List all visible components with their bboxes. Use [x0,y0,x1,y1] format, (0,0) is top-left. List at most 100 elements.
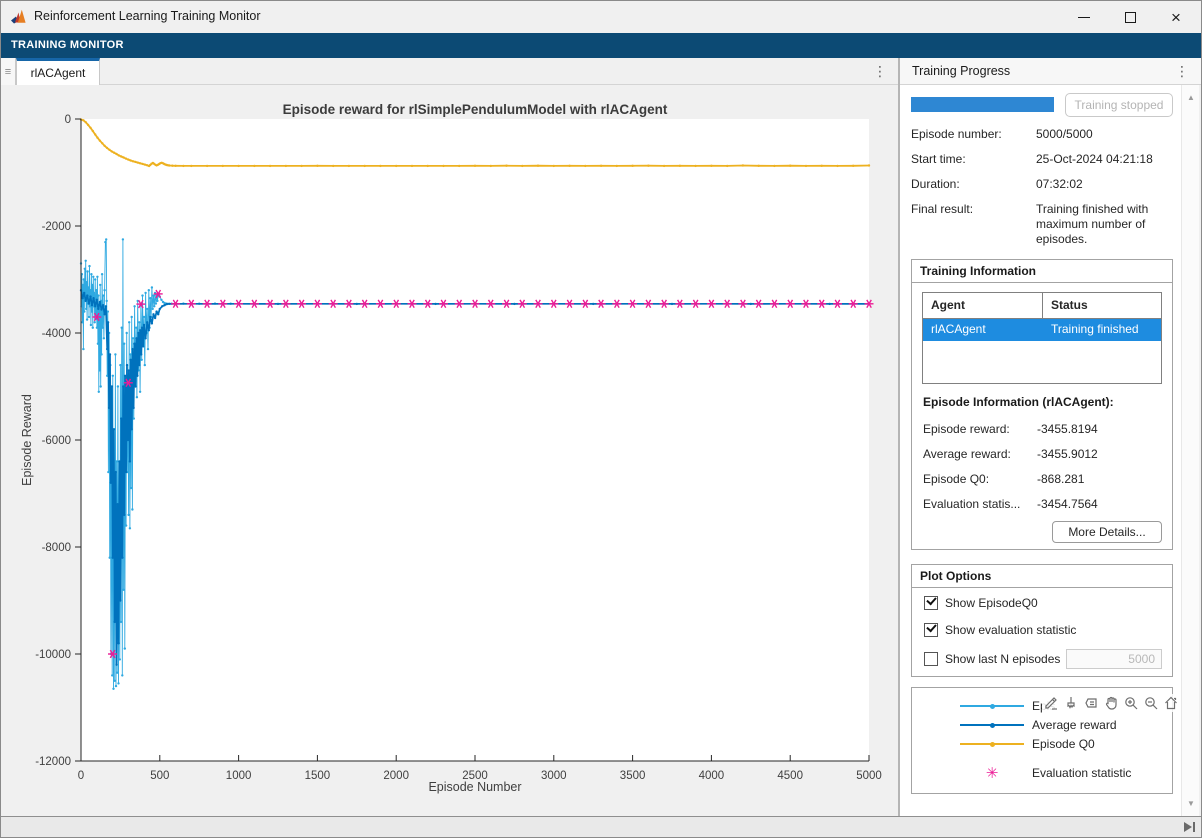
table-row[interactable]: rlACAgent Training finished [923,319,1161,341]
skip-to-end-icon[interactable] [1184,822,1195,832]
legend-asterisk-marker: ✳ [960,764,1024,782]
status-column-header[interactable]: Status [1043,293,1161,318]
hamburger-icon: ≡ [5,66,11,78]
legend-line-sample [960,705,1024,707]
start-time-row: Start time: 25-Oct-2024 04:21:18 [911,152,1173,167]
x-tick-label: 5000 [856,770,882,782]
show-evaluation-statistic-checkbox[interactable] [924,623,938,637]
stat-value: -3455.9012 [1037,447,1163,461]
panel-menu-button[interactable]: ⋮ [1175,64,1189,78]
legend-panel: Epis Average reward Episode Q0 ✳ Evaluat… [911,687,1173,794]
agent-cell: rlACAgent [923,319,1043,341]
legend-marker-dot [990,723,995,728]
scroll-up-icon[interactable]: ▲ [1182,93,1200,102]
close-button[interactable]: × [1153,1,1199,33]
tab-bar-menu-button[interactable]: ⋮ [873,64,887,78]
home-icon[interactable] [1162,694,1180,712]
training-information-title: Training Information [912,260,1172,283]
x-tick-label: 500 [150,770,169,782]
zoom-out-icon[interactable] [1142,694,1160,712]
tab-rlacagent[interactable]: rlACAgent [16,58,100,85]
legend-entry-evaluation-statistic[interactable]: ✳ Evaluation statistic [960,764,1131,782]
show-evaluation-statistic-option[interactable]: Show evaluation statistic [924,623,1076,637]
zoom-in-icon[interactable] [1122,694,1140,712]
plot-area[interactable] [81,119,869,761]
legend-marker-dot [990,742,995,747]
field-label: Episode number: [911,127,1036,142]
x-axis-label: Episode Number [428,780,521,794]
status-cell: Training finished [1043,319,1161,341]
tab-label: rlACAgent [31,66,86,80]
export-icon[interactable] [1042,694,1060,712]
episode-q0-stat-row: Episode Q0: -868.281 [923,472,1163,486]
stat-label: Evaluation statis... [923,497,1037,511]
y-tick-label: -8000 [42,542,71,554]
field-value: 07:32:02 [1036,177,1173,192]
app-window: Reinforcement Learning Training Monitor … [0,0,1202,838]
training-progress-bar [911,97,1054,112]
figure-area: Episode reward for rlSimplePendulumModel… [1,85,898,816]
show-last-n-episodes-checkbox[interactable] [924,652,938,666]
legend-marker-dot [990,704,995,709]
y-tick-label: -2000 [42,221,71,233]
x-tick-label: 4500 [777,770,803,782]
title-bar: Reinforcement Learning Training Monitor … [1,1,1201,33]
bottom-scroll-strip[interactable] [1,816,1202,838]
minimize-icon [1078,17,1090,18]
y-tick-label: 0 [65,114,71,126]
field-value: 25-Oct-2024 04:21:18 [1036,152,1173,167]
episode-information-title: Episode Information (rlACAgent): [923,395,1114,409]
y-tick-label: -12000 [35,756,71,768]
training-information-group: Training Information Agent Status rlACAg… [911,259,1173,550]
y-tick-label: -4000 [42,328,71,340]
legend-line-sample [960,743,1024,745]
pan-icon[interactable] [1102,694,1120,712]
datatips-icon[interactable] [1082,694,1100,712]
window-title: Reinforcement Learning Training Monitor [34,9,261,23]
more-details-label: More Details... [1068,525,1145,539]
stat-value: -3454.7564 [1037,497,1163,511]
chart-title: Episode reward for rlSimplePendulumModel… [283,102,668,117]
scroll-down-icon[interactable]: ▼ [1182,799,1200,808]
progress-fill [911,97,1054,112]
y-tick-label: -6000 [42,435,71,447]
x-tick-label: 4000 [699,770,725,782]
average-reward-stat-row: Average reward: -3455.9012 [923,447,1163,461]
table-header-row: Agent Status [923,293,1161,319]
legend-label: Evaluation statistic [1032,766,1131,780]
panel-title: Training Progress [912,64,1010,78]
field-value: 5000/5000 [1036,127,1173,142]
episode-number-row: Episode number: 5000/5000 [911,127,1173,142]
training-stopped-button: Training stopped [1065,93,1173,117]
evaluation-statistic-stat-row: Evaluation statis... -3454.7564 [923,497,1163,511]
legend-line-sample [960,724,1024,726]
episode-reward-stat-row: Episode reward: -3455.8194 [923,422,1163,436]
plot-options-title: Plot Options [912,565,1172,588]
panel-scrollbar[interactable]: ▲ ▼ [1181,85,1199,816]
field-label: Final result: [911,202,1036,247]
minimize-button[interactable] [1061,1,1107,33]
checkbox-label: Show evaluation statistic [945,623,1076,637]
stat-label: Episode Q0: [923,472,1037,486]
stat-label: Average reward: [923,447,1037,461]
agent-column-header[interactable]: Agent [923,293,1043,318]
x-tick-label: 3500 [620,770,646,782]
axes-toolbar [1042,694,1180,712]
show-episodeq0-checkbox[interactable] [924,596,938,610]
ribbon-tab-training-monitor[interactable]: TRAINING MONITOR [11,39,124,51]
legend-entry-episode-q0[interactable]: Episode Q0 [960,737,1095,751]
brush-icon[interactable] [1062,694,1080,712]
show-last-n-episodes-option[interactable]: Show last N episodes [924,652,1060,666]
legend-entry-average-reward[interactable]: Average reward [960,718,1117,732]
show-episodeq0-option[interactable]: Show EpisodeQ0 [924,596,1038,610]
tab-overflow-button[interactable]: ≡ [1,58,16,85]
more-details-button[interactable]: More Details... [1052,521,1162,543]
maximize-button[interactable] [1107,1,1153,33]
document-tab-bar: ≡ rlACAgent ⋮ [1,58,899,85]
episode-reward-chart[interactable]: Episode reward for rlSimplePendulumModel… [1,85,898,816]
checkbox-label: Show EpisodeQ0 [945,596,1038,610]
matlab-logo-icon [11,9,28,25]
training-stopped-label: Training stopped [1075,98,1164,112]
x-tick-label: 0 [78,770,84,782]
field-value: Training finished with maximum number of… [1036,202,1173,247]
